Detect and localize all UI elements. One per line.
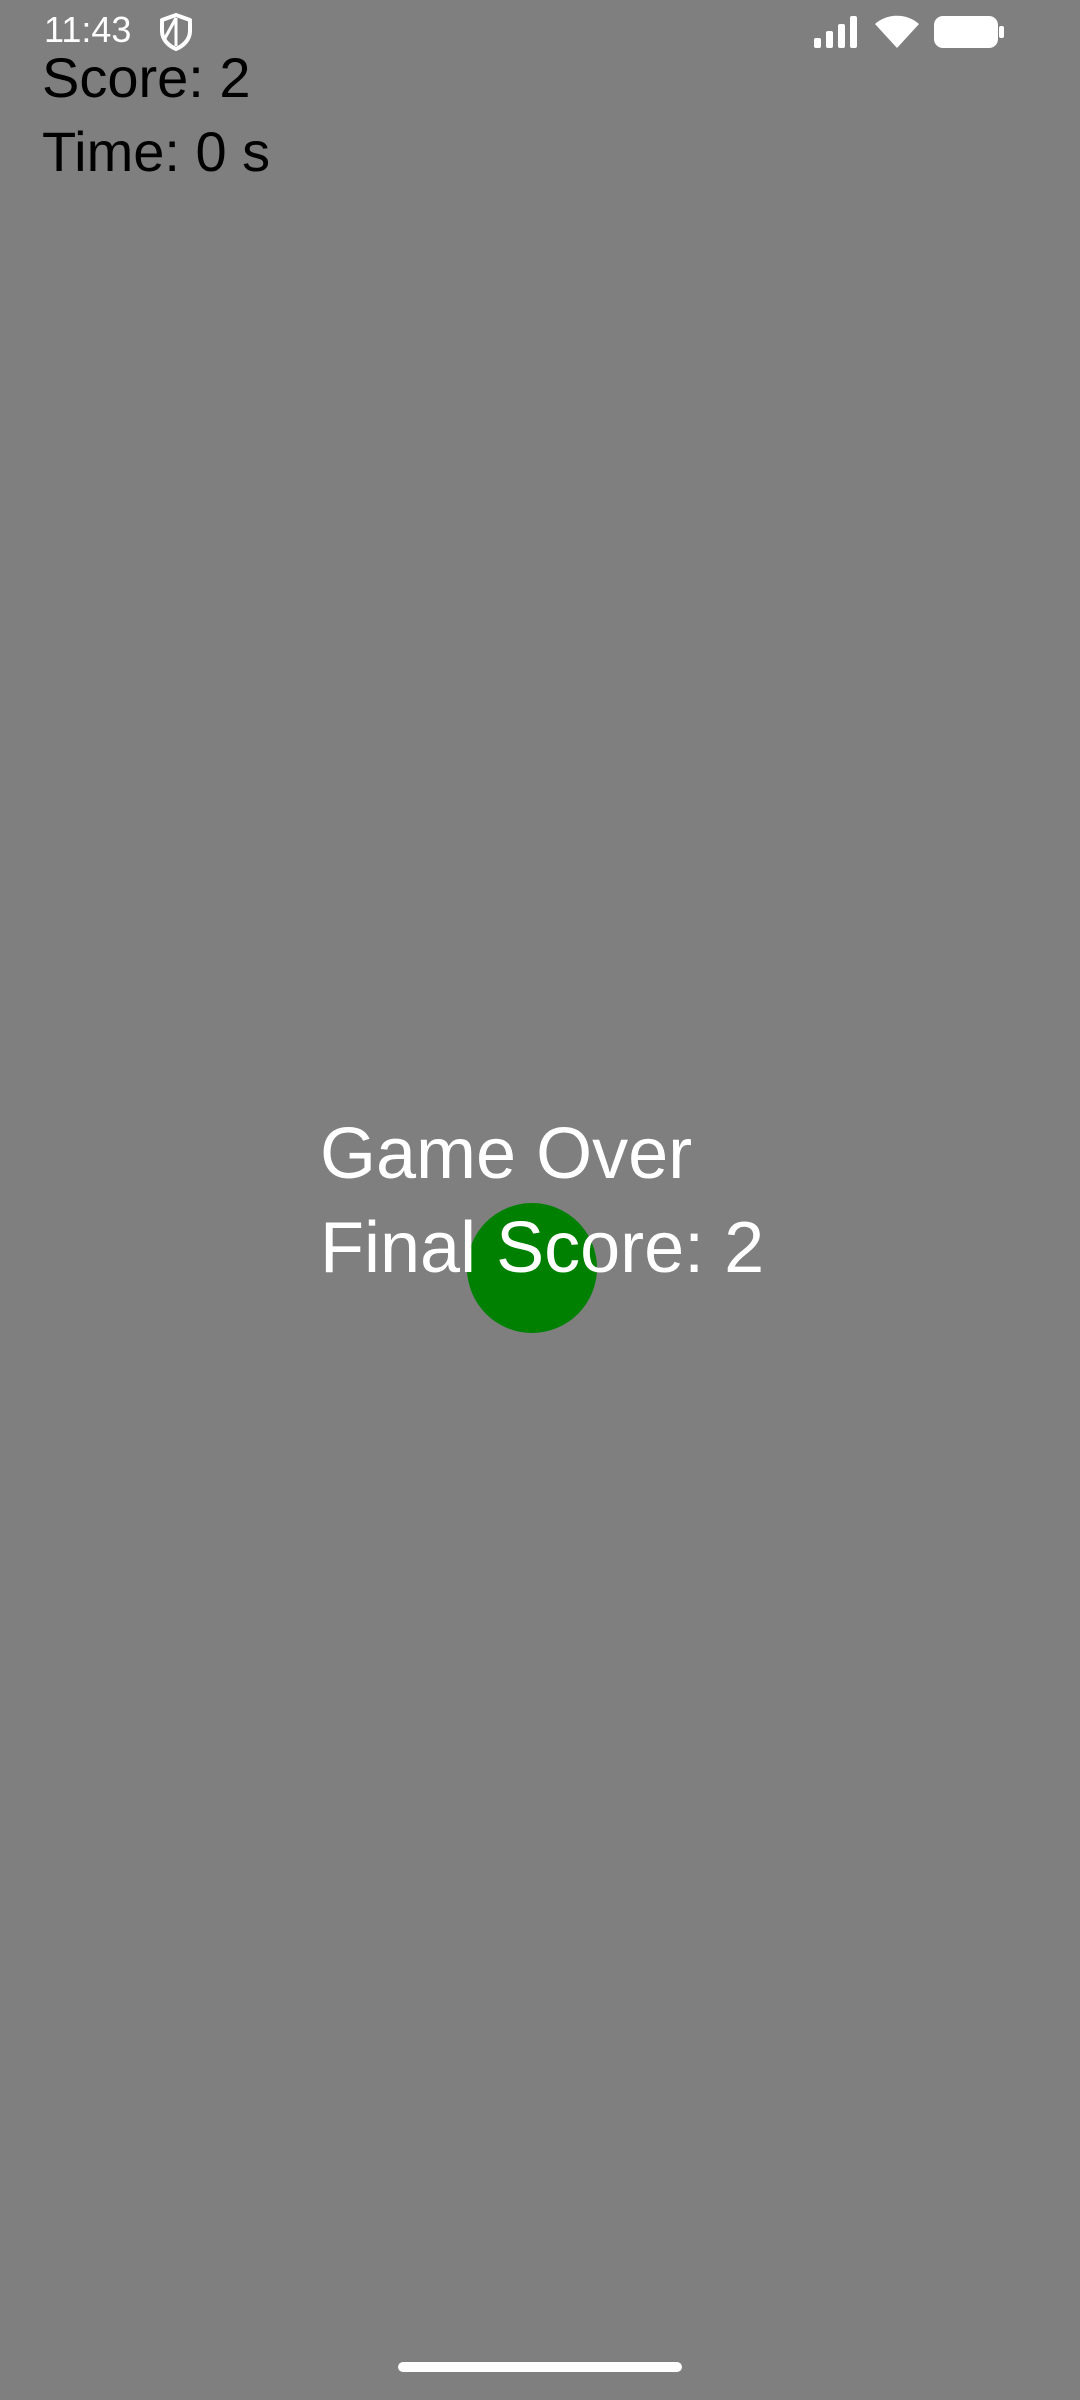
battery-icon [934,16,1004,48]
final-score-label: Final Score: 2 [320,1208,765,1288]
game-screen[interactable]: 11:43 Score: 2 Time: 0 s Game Over Final… [0,0,1080,2400]
score-label: Score: 2 [42,46,251,109]
game-over-title: Game Over [320,1114,693,1194]
time-label: Time: 0 s [42,120,271,183]
wifi-icon [875,15,919,48]
signal-icon [814,16,857,48]
home-indicator[interactable] [398,2362,682,2372]
